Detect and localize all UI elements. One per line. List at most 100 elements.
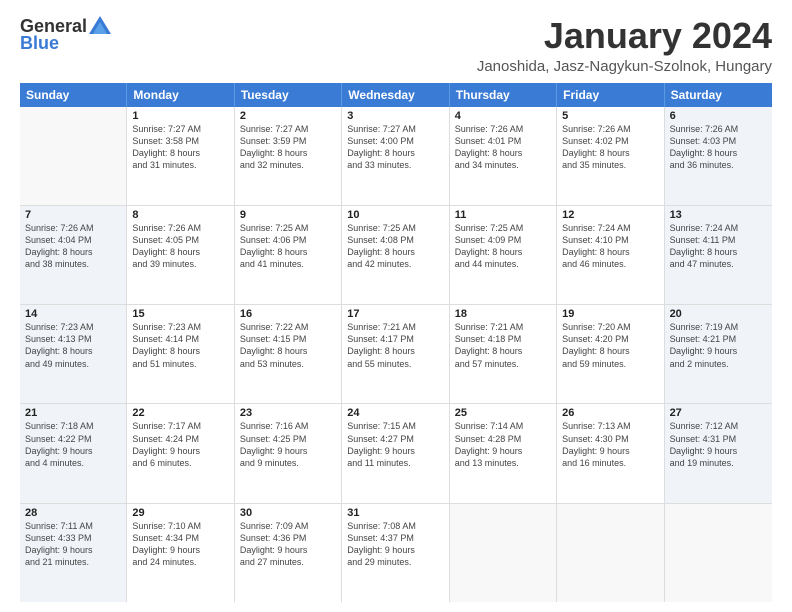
cell-line: Sunrise: 7:14 AM [455,420,551,432]
day-number: 26 [562,407,658,419]
calendar-cell: 25Sunrise: 7:14 AMSunset: 4:28 PMDayligh… [450,404,557,502]
cell-line: Sunset: 4:15 PM [240,333,336,345]
cell-line: Sunset: 3:58 PM [132,135,228,147]
day-number: 8 [132,209,228,221]
cell-line: Sunset: 4:28 PM [455,433,551,445]
cell-line: Daylight: 8 hours [240,246,336,258]
location-title: Janoshida, Jasz-Nagykun-Szolnok, Hungary [477,58,772,75]
calendar-cell: 15Sunrise: 7:23 AMSunset: 4:14 PMDayligh… [127,305,234,403]
calendar-cell: 30Sunrise: 7:09 AMSunset: 4:36 PMDayligh… [235,504,342,602]
cell-line: and 33 minutes. [347,159,443,171]
cell-line: Sunrise: 7:21 AM [455,321,551,333]
calendar-cell: 24Sunrise: 7:15 AMSunset: 4:27 PMDayligh… [342,404,449,502]
cell-line: Sunset: 4:36 PM [240,532,336,544]
cell-line: Sunrise: 7:15 AM [347,420,443,432]
cell-line: Sunset: 4:05 PM [132,234,228,246]
cell-line: Sunrise: 7:19 AM [670,321,767,333]
cell-line: Daylight: 8 hours [25,246,121,258]
calendar-cell: 11Sunrise: 7:25 AMSunset: 4:09 PMDayligh… [450,206,557,304]
day-number: 17 [347,308,443,320]
calendar-cell: 22Sunrise: 7:17 AMSunset: 4:24 PMDayligh… [127,404,234,502]
calendar-cell: 1Sunrise: 7:27 AMSunset: 3:58 PMDaylight… [127,107,234,205]
calendar-page: General Blue January 2024 Janoshida, Jas… [0,0,792,612]
cell-line: Sunrise: 7:09 AM [240,520,336,532]
calendar-cell: 20Sunrise: 7:19 AMSunset: 4:21 PMDayligh… [665,305,772,403]
cell-line: and 4 minutes. [25,457,121,469]
cell-line: Sunrise: 7:27 AM [132,123,228,135]
header-day-saturday: Saturday [665,83,772,107]
cell-line: Sunset: 4:08 PM [347,234,443,246]
calendar-cell: 17Sunrise: 7:21 AMSunset: 4:17 PMDayligh… [342,305,449,403]
day-number: 14 [25,308,121,320]
calendar-cell: 21Sunrise: 7:18 AMSunset: 4:22 PMDayligh… [20,404,127,502]
cell-line: Sunset: 4:01 PM [455,135,551,147]
cell-line: Sunrise: 7:25 AM [455,222,551,234]
cell-line: Daylight: 9 hours [562,445,658,457]
cell-line: and 47 minutes. [670,258,767,270]
cell-line: and 13 minutes. [455,457,551,469]
calendar-cell: 16Sunrise: 7:22 AMSunset: 4:15 PMDayligh… [235,305,342,403]
cell-line: Sunset: 4:18 PM [455,333,551,345]
cell-line: and 39 minutes. [132,258,228,270]
calendar-cell: 9Sunrise: 7:25 AMSunset: 4:06 PMDaylight… [235,206,342,304]
cell-line: Daylight: 8 hours [670,246,767,258]
cell-line: Sunset: 4:27 PM [347,433,443,445]
cell-line: Daylight: 9 hours [455,445,551,457]
day-number: 5 [562,110,658,122]
cell-line: Sunrise: 7:24 AM [670,222,767,234]
cell-line: Sunset: 4:06 PM [240,234,336,246]
cell-line: and 55 minutes. [347,358,443,370]
cell-line: Daylight: 9 hours [347,445,443,457]
cell-line: Sunrise: 7:08 AM [347,520,443,532]
title-section: January 2024 Janoshida, Jasz-Nagykun-Szo… [477,16,772,75]
cell-line: Daylight: 8 hours [562,246,658,258]
cell-line: Sunset: 4:17 PM [347,333,443,345]
cell-line: Daylight: 8 hours [562,345,658,357]
cell-line: Daylight: 8 hours [240,345,336,357]
cell-line: and 19 minutes. [670,457,767,469]
day-number: 19 [562,308,658,320]
cell-line: and 53 minutes. [240,358,336,370]
calendar-cell: 26Sunrise: 7:13 AMSunset: 4:30 PMDayligh… [557,404,664,502]
cell-line: Sunset: 4:34 PM [132,532,228,544]
cell-line: Sunrise: 7:20 AM [562,321,658,333]
cell-line: Sunrise: 7:21 AM [347,321,443,333]
header-day-monday: Monday [127,83,234,107]
cell-line: and 16 minutes. [562,457,658,469]
cell-line: and 27 minutes. [240,556,336,568]
day-number: 10 [347,209,443,221]
day-number: 28 [25,507,121,519]
cell-line: Sunrise: 7:27 AM [240,123,336,135]
cell-line: Daylight: 8 hours [25,345,121,357]
calendar-cell: 14Sunrise: 7:23 AMSunset: 4:13 PMDayligh… [20,305,127,403]
cell-line: and 29 minutes. [347,556,443,568]
calendar-cell: 29Sunrise: 7:10 AMSunset: 4:34 PMDayligh… [127,504,234,602]
day-number: 23 [240,407,336,419]
cell-line: and 6 minutes. [132,457,228,469]
cell-line: Sunset: 4:24 PM [132,433,228,445]
day-number: 12 [562,209,658,221]
day-number: 2 [240,110,336,122]
day-number: 4 [455,110,551,122]
calendar-cell: 31Sunrise: 7:08 AMSunset: 4:37 PMDayligh… [342,504,449,602]
day-number: 31 [347,507,443,519]
header-day-friday: Friday [557,83,664,107]
cell-line: Daylight: 9 hours [25,445,121,457]
cell-line: Sunrise: 7:24 AM [562,222,658,234]
page-header: General Blue January 2024 Janoshida, Jas… [20,16,772,75]
day-number: 15 [132,308,228,320]
calendar-body: 1Sunrise: 7:27 AMSunset: 3:58 PMDaylight… [20,107,772,602]
cell-line: Sunrise: 7:23 AM [25,321,121,333]
cell-line: and 38 minutes. [25,258,121,270]
header-day-tuesday: Tuesday [235,83,342,107]
cell-line: Sunrise: 7:13 AM [562,420,658,432]
calendar-cell: 2Sunrise: 7:27 AMSunset: 3:59 PMDaylight… [235,107,342,205]
cell-line: and 34 minutes. [455,159,551,171]
day-number: 30 [240,507,336,519]
cell-line: Sunrise: 7:16 AM [240,420,336,432]
cell-line: and 49 minutes. [25,358,121,370]
cell-line: Sunset: 3:59 PM [240,135,336,147]
cell-line: and 9 minutes. [240,457,336,469]
cell-line: Daylight: 9 hours [132,544,228,556]
cell-line: Sunrise: 7:10 AM [132,520,228,532]
